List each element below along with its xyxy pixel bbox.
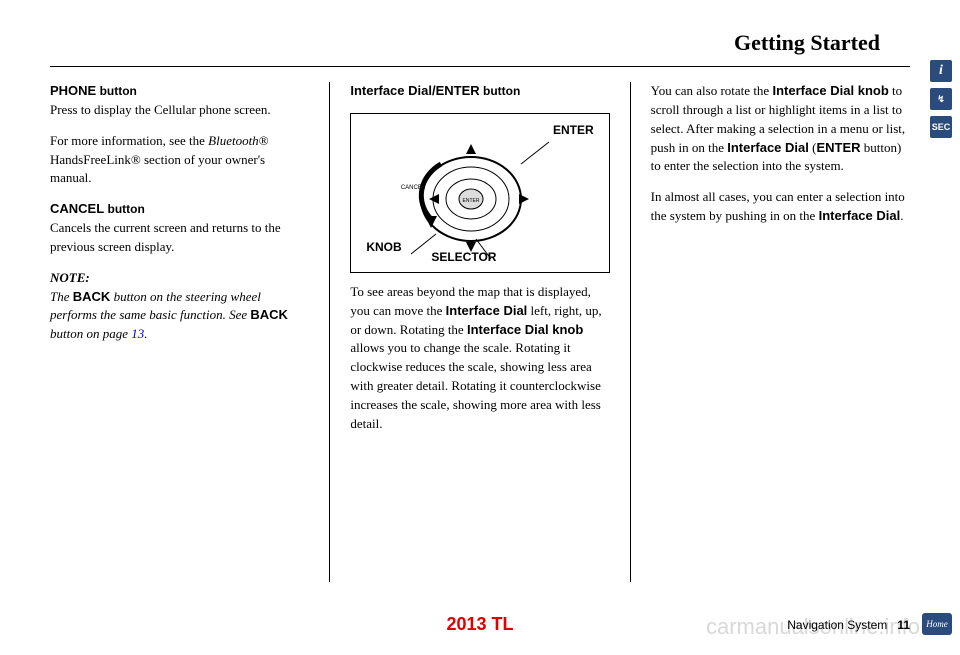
interface-dial-heading: Interface Dial/ENTER button bbox=[350, 83, 520, 98]
column-left: PHONE button Press to display the Cellul… bbox=[50, 82, 309, 582]
column-divider bbox=[329, 82, 330, 582]
interface-dial-figure: ENTER KNOB SELECTOR ENTER CANCEL bbox=[350, 113, 609, 273]
phone-body: Press to display the Cellular phone scre… bbox=[50, 102, 271, 117]
cancel-heading: CANCEL button bbox=[50, 201, 145, 216]
side-nav-icons: i ↯ SEC bbox=[930, 60, 952, 138]
info-icon[interactable]: i bbox=[930, 60, 952, 82]
phone-heading: PHONE button bbox=[50, 83, 137, 98]
cancel-body: Cancels the current screen and returns t… bbox=[50, 220, 281, 254]
interface-dial-body: To see areas beyond the map that is disp… bbox=[350, 283, 609, 434]
note-body: The BACK button on the steering wheel pe… bbox=[50, 289, 288, 342]
column-right: You can also rotate the Interface Dial k… bbox=[651, 82, 910, 582]
col3-para1: You can also rotate the Interface Dial k… bbox=[651, 82, 910, 176]
model-year: 2013 TL bbox=[446, 614, 513, 635]
home-icon[interactable]: Home bbox=[922, 613, 952, 635]
header-divider bbox=[50, 66, 910, 67]
column-center: Interface Dial/ENTER button ENTER KNOB S… bbox=[350, 82, 609, 582]
phone-more-text: For more information, see the bbox=[50, 133, 208, 148]
column-divider bbox=[630, 82, 631, 582]
sec-icon[interactable]: SEC bbox=[930, 116, 952, 138]
nav-icon[interactable]: ↯ bbox=[930, 88, 952, 110]
page-link[interactable]: 13 bbox=[131, 326, 144, 341]
footer: 2013 TL Navigation System 11 bbox=[0, 614, 960, 635]
note-label: NOTE: bbox=[50, 270, 90, 285]
svg-text:ENTER: ENTER bbox=[463, 198, 480, 204]
footer-right: Navigation System 11 bbox=[787, 618, 910, 632]
bluetooth-text: Bluetooth bbox=[208, 133, 259, 148]
page-title: Getting Started bbox=[50, 30, 910, 56]
col3-para2: In almost all cases, you can enter a sel… bbox=[651, 188, 910, 226]
dial-diagram: ENTER CANCEL bbox=[381, 134, 561, 264]
